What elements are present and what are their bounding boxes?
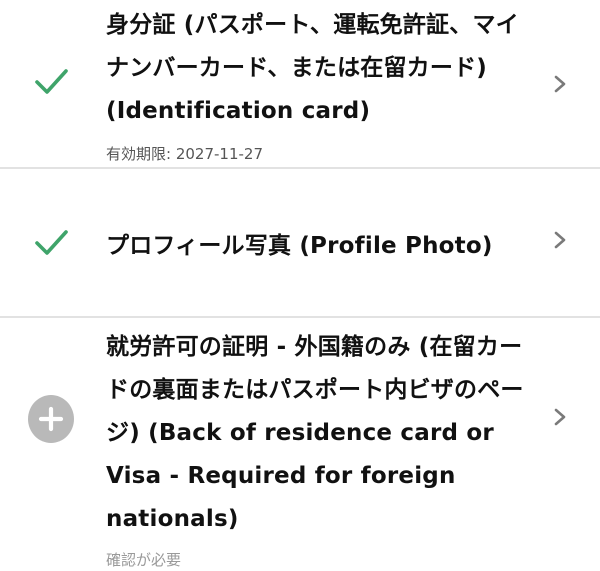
checkmark-icon (28, 219, 74, 265)
checkmark-icon (28, 58, 74, 104)
chevron-right-icon (550, 74, 570, 94)
document-title: 就労許可の証明 - 外国籍のみ (在留カードの裏面またはパスポート内ビザのページ… (106, 334, 524, 532)
expiry-date: 有効期限: 2027-11-27 (106, 145, 263, 163)
document-item-profile-photo[interactable]: プロフィール写真 (Profile Photo) (0, 169, 600, 317)
add-icon[interactable] (28, 395, 74, 443)
chevron-right-icon (550, 230, 570, 250)
document-item-identification[interactable]: 身分証 (パスポート、運転免許証、マイナンバーカード、または在留カード) (Id… (0, 0, 600, 168)
document-text: 身分証 (パスポート、運転免許証、マイナンバーカード、または在留カード) (Id… (106, 4, 536, 165)
document-title: プロフィール写真 (Profile Photo) (106, 233, 493, 259)
document-title: 身分証 (パスポート、運転免許証、マイナンバーカード、または在留カード) (Id… (106, 12, 519, 124)
document-item-work-permit[interactable]: 就労許可の証明 - 外国籍のみ (在留カードの裏面またはパスポート内ビザのページ… (0, 318, 600, 569)
document-list: 身分証 (パスポート、運転免許証、マイナンバーカード、または在留カード) (Id… (0, 0, 600, 569)
chevron-right-icon (550, 407, 570, 427)
document-text: 就労許可の証明 - 外国籍のみ (在留カードの裏面またはパスポート内ビザのページ… (106, 326, 536, 571)
document-text: プロフィール写真 (Profile Photo) (106, 225, 536, 268)
status-text: 確認が必要 (106, 551, 182, 569)
